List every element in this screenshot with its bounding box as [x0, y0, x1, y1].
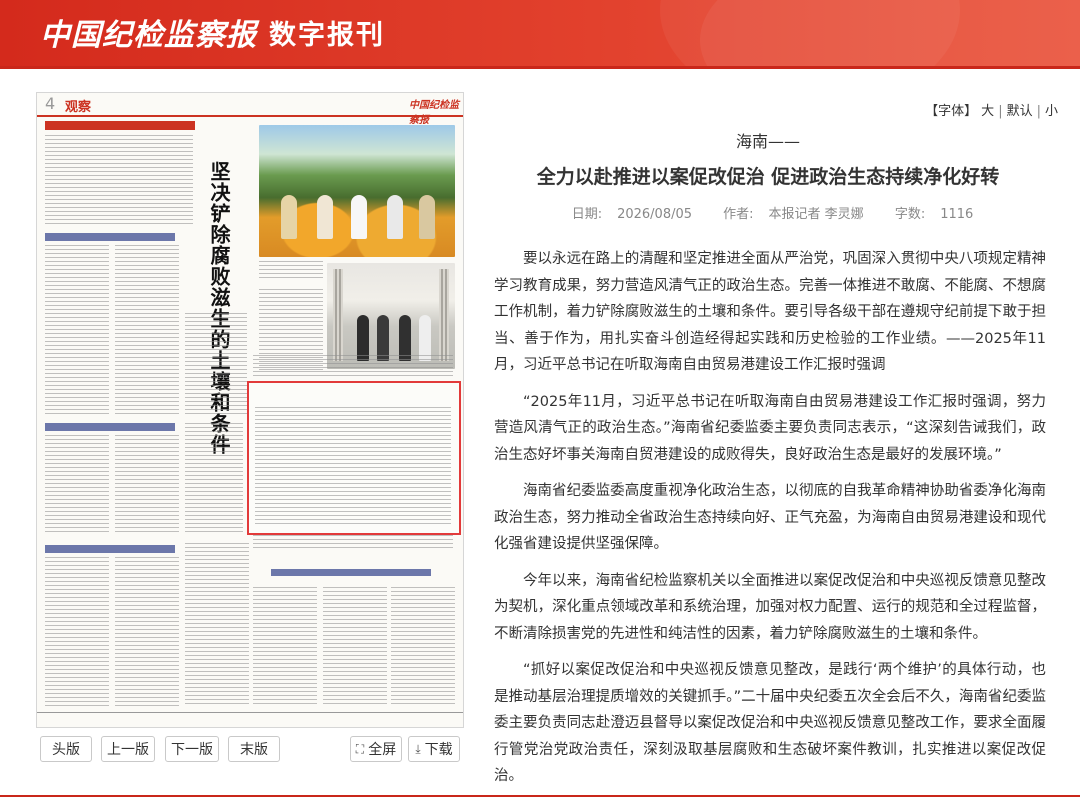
brand[interactable]: 中国纪检监察报 数字报刊: [40, 10, 385, 54]
font-size-label: 【字体】: [925, 104, 978, 119]
article-paragraph: 今年以来，海南省纪检监察机关以全面推进以案促改促治和中央巡视反馈意见整改为契机，…: [494, 572, 1046, 642]
font-size-large[interactable]: 大: [981, 104, 994, 119]
site-subtitle: 数字报刊: [269, 19, 385, 51]
newspaper-page-header: 4 观察 中国纪检监察报: [37, 93, 463, 126]
article-paragraph: “2025年11月，习近平总书记在听取海南自由贸易港建设工作汇报时强调，努力营造…: [494, 393, 1046, 463]
site-logo[interactable]: 中国纪检监察报: [40, 10, 257, 54]
newspaper-page-footer: [37, 712, 463, 727]
section-subtitle: [45, 233, 175, 241]
wordcount-label: 字数:: [894, 207, 926, 222]
download-label: 下载: [424, 742, 453, 758]
download-icon: ⤓: [415, 741, 421, 756]
page-section: 观察: [65, 100, 92, 115]
newspaper-page-image[interactable]: 4 观察 中国纪检监察报 坚决铲除腐败滋生的土壤和条件: [36, 92, 464, 728]
highlighted-article-box[interactable]: [247, 381, 461, 535]
fullscreen-label: 全屏: [368, 742, 397, 758]
article-paragraph: 海南省纪委监委高度重视净化政治生态，以彻底的自我革命精神协助省委净化海南政治生态…: [494, 483, 1046, 552]
date-label: 日期:: [571, 207, 603, 222]
text-column: [185, 423, 243, 535]
article-headline[interactable]: [271, 569, 431, 576]
last-page-label: 末版: [240, 742, 268, 758]
vertical-subhead: [187, 157, 201, 307]
font-size-control: 【字体】大 | 默认 | 小: [925, 104, 1058, 119]
first-page-button[interactable]: 头版: [40, 736, 92, 762]
article-wordcount: 1116: [940, 207, 974, 222]
photo-archive-room: [327, 263, 455, 369]
article-paragraph: 要以永远在路上的清醒和坚定推进全面从严治党，巩固深入贯彻中央八项规定精神学习教育…: [494, 251, 1046, 373]
text-column: [253, 535, 453, 549]
text-column: [391, 587, 455, 707]
text-column: [45, 245, 109, 415]
header-divider: [0, 66, 1080, 69]
article-body: 要以永远在路上的清醒和坚定推进全面从严治党，巩固深入贯彻中央八项规定精神学习教育…: [494, 246, 1046, 800]
photo-marigold-field: [259, 125, 455, 257]
text-column: [115, 557, 179, 707]
last-page-button[interactable]: 末版: [228, 736, 280, 762]
text-block: [45, 135, 193, 225]
photo-caption: [259, 261, 323, 281]
intro-text: [253, 355, 453, 377]
author-label: 作者:: [723, 207, 754, 222]
font-size-default[interactable]: 默认: [1007, 104, 1033, 119]
text-column: [45, 435, 109, 535]
footer-divider: [0, 795, 1080, 797]
first-page-label: 头版: [52, 742, 80, 758]
column-banner: [45, 121, 195, 130]
text-column: [45, 557, 109, 707]
fullscreen-button[interactable]: ⛶ 全屏: [350, 736, 402, 762]
site-header: 中国纪检监察报 数字报刊: [0, 0, 1080, 66]
text-column: [185, 543, 249, 707]
text-column: [253, 587, 317, 707]
article-paragraph: “抓好以案促改促治和中央巡视反馈意见整改，是践行‘两个维护’的具体行动，也是推动…: [494, 662, 1046, 784]
article-meta: 日期: 2026/08/05 作者: 本报记者 李灵娜 字数: 1116: [492, 203, 1044, 222]
prev-page-button[interactable]: 上一版: [101, 736, 155, 762]
text-column: [185, 313, 247, 415]
prev-page-label: 上一版: [107, 742, 149, 758]
fullscreen-icon: ⛶: [355, 741, 365, 756]
page-number: 4: [45, 94, 56, 113]
highlighted-article-text: [255, 407, 451, 527]
text-column: [115, 435, 179, 535]
font-size-small[interactable]: 小: [1045, 104, 1058, 119]
article-date: 2026/08/05: [617, 207, 693, 222]
download-button[interactable]: ⤓ 下载: [408, 736, 460, 762]
section-subtitle: [45, 545, 175, 553]
text-column: [323, 587, 387, 707]
text-column: [115, 245, 179, 415]
article-title: 全力以赴推进以案促改促治 促进政治生态持续净化好转: [536, 166, 1000, 188]
next-page-label: 下一版: [171, 742, 213, 758]
next-page-button[interactable]: 下一版: [165, 736, 219, 762]
article-author: 本报记者 李灵娜: [768, 207, 864, 222]
paper-masthead: 中国纪检监察报: [409, 100, 459, 126]
header-decoration: [660, 0, 960, 66]
section-subtitle: [45, 423, 175, 431]
article-kicker: 海南——: [735, 132, 800, 151]
